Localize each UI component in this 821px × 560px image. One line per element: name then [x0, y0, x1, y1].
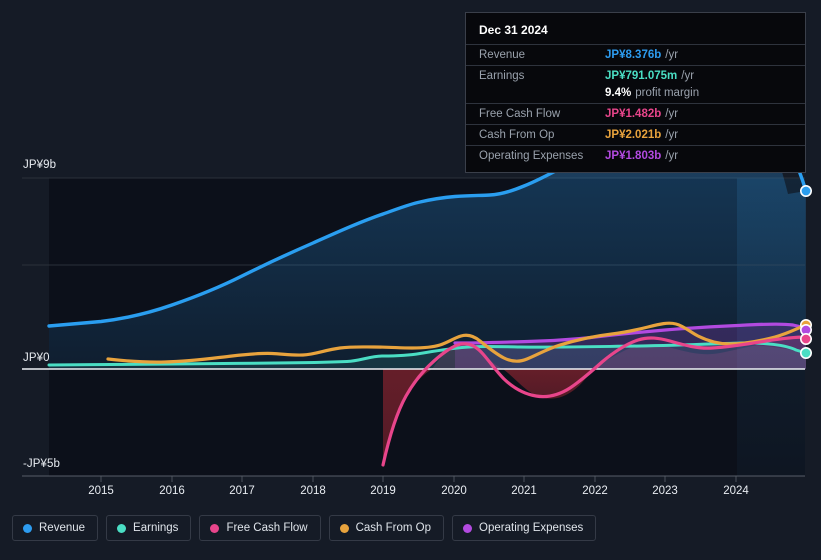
legend-dot-cash-from-op-icon: [339, 523, 349, 533]
x-axis-label-2019: 2019: [370, 485, 396, 497]
tooltip-row-profit-margin: 9.4% profit margin: [466, 86, 805, 103]
legend-item-operating-expenses[interactable]: Operating Expenses: [452, 515, 597, 541]
tooltip-unit-revenue: /yr: [665, 49, 679, 61]
tooltip-unit-operating-expenses: /yr: [665, 150, 679, 162]
tooltip-row-cash-from-op: Cash From Op JP¥2.021b /yr: [466, 124, 805, 145]
tooltip-value-operating-expenses: JP¥1.803b: [605, 150, 662, 162]
tooltip-row-revenue: Revenue JP¥8.376b /yr: [466, 44, 805, 65]
tooltip-row-earnings: Earnings JP¥791.075m /yr: [466, 65, 805, 86]
legend-dot-revenue-icon: [23, 523, 32, 533]
legend-dot-earnings-icon: [117, 523, 127, 533]
chart-page: JP¥9b JP¥0 -JP¥5b 2015 2016 2017 2018 20…: [0, 0, 821, 560]
x-axis-label-2023: 2023: [652, 485, 678, 497]
x-axis-label-2022: 2022: [582, 485, 608, 497]
tooltip-row-free-cash-flow: Free Cash Flow JP¥1.482b /yr: [466, 103, 805, 124]
tooltip-value-profit-margin: 9.4%: [605, 87, 632, 99]
x-axis-label-2015: 2015: [88, 485, 114, 497]
x-axis-label-2016: 2016: [159, 485, 185, 497]
x-axis-label-2021: 2021: [511, 485, 537, 497]
tooltip-text-profit-margin: profit margin: [635, 87, 700, 99]
legend-label-earnings: Earnings: [133, 522, 179, 534]
tooltip-unit-free-cash-flow: /yr: [665, 108, 679, 120]
chart-tooltip: Dec 31 2024 Revenue JP¥8.376b /yr Earnin…: [465, 12, 806, 173]
tooltip-label-free-cash-flow: Free Cash Flow: [479, 108, 561, 120]
tooltip-date: Dec 31 2024: [479, 23, 548, 37]
legend-item-revenue[interactable]: Revenue: [12, 515, 99, 541]
x-axis-label-2024: 2024: [723, 485, 749, 497]
tooltip-value-free-cash-flow: JP¥1.482b: [605, 108, 662, 120]
tooltip-label-operating-expenses: Operating Expenses: [479, 150, 584, 162]
y-axis-label-bottom: -JP¥5b: [23, 458, 61, 470]
legend-label-operating-expenses: Operating Expenses: [479, 522, 584, 534]
chart-legend: Revenue Earnings Free Cash Flow Cash Fro…: [12, 515, 597, 541]
legend-item-free-cash-flow[interactable]: Free Cash Flow: [199, 515, 321, 541]
legend-dot-free-cash-flow-icon: [210, 523, 220, 533]
y-axis-label-top: JP¥9b: [23, 159, 57, 171]
tooltip-unit-earnings: /yr: [681, 70, 695, 82]
tooltip-unit-cash-from-op: /yr: [665, 129, 679, 141]
legend-dot-operating-expenses-icon: [463, 523, 473, 533]
tooltip-label-revenue: Revenue: [479, 49, 526, 61]
tooltip-label-cash-from-op: Cash From Op: [479, 129, 555, 141]
x-axis-label-2020: 2020: [441, 485, 467, 497]
y-axis-label-zero: JP¥0: [23, 352, 50, 364]
tooltip-row-operating-expenses: Operating Expenses JP¥1.803b /yr: [466, 145, 805, 166]
x-axis-label-2017: 2017: [229, 485, 255, 497]
legend-label-free-cash-flow: Free Cash Flow: [226, 522, 308, 534]
tooltip-value-earnings: JP¥791.075m: [605, 70, 678, 82]
x-axis-label-2018: 2018: [300, 485, 326, 497]
legend-item-earnings[interactable]: Earnings: [106, 515, 192, 541]
tooltip-value-cash-from-op: JP¥2.021b: [605, 129, 662, 141]
legend-item-cash-from-op[interactable]: Cash From Op: [328, 515, 445, 541]
tooltip-label-earnings: Earnings: [479, 70, 525, 82]
tooltip-value-revenue: JP¥8.376b: [605, 49, 662, 61]
legend-label-revenue: Revenue: [39, 522, 86, 534]
legend-label-cash-from-op: Cash From Op: [355, 522, 432, 534]
